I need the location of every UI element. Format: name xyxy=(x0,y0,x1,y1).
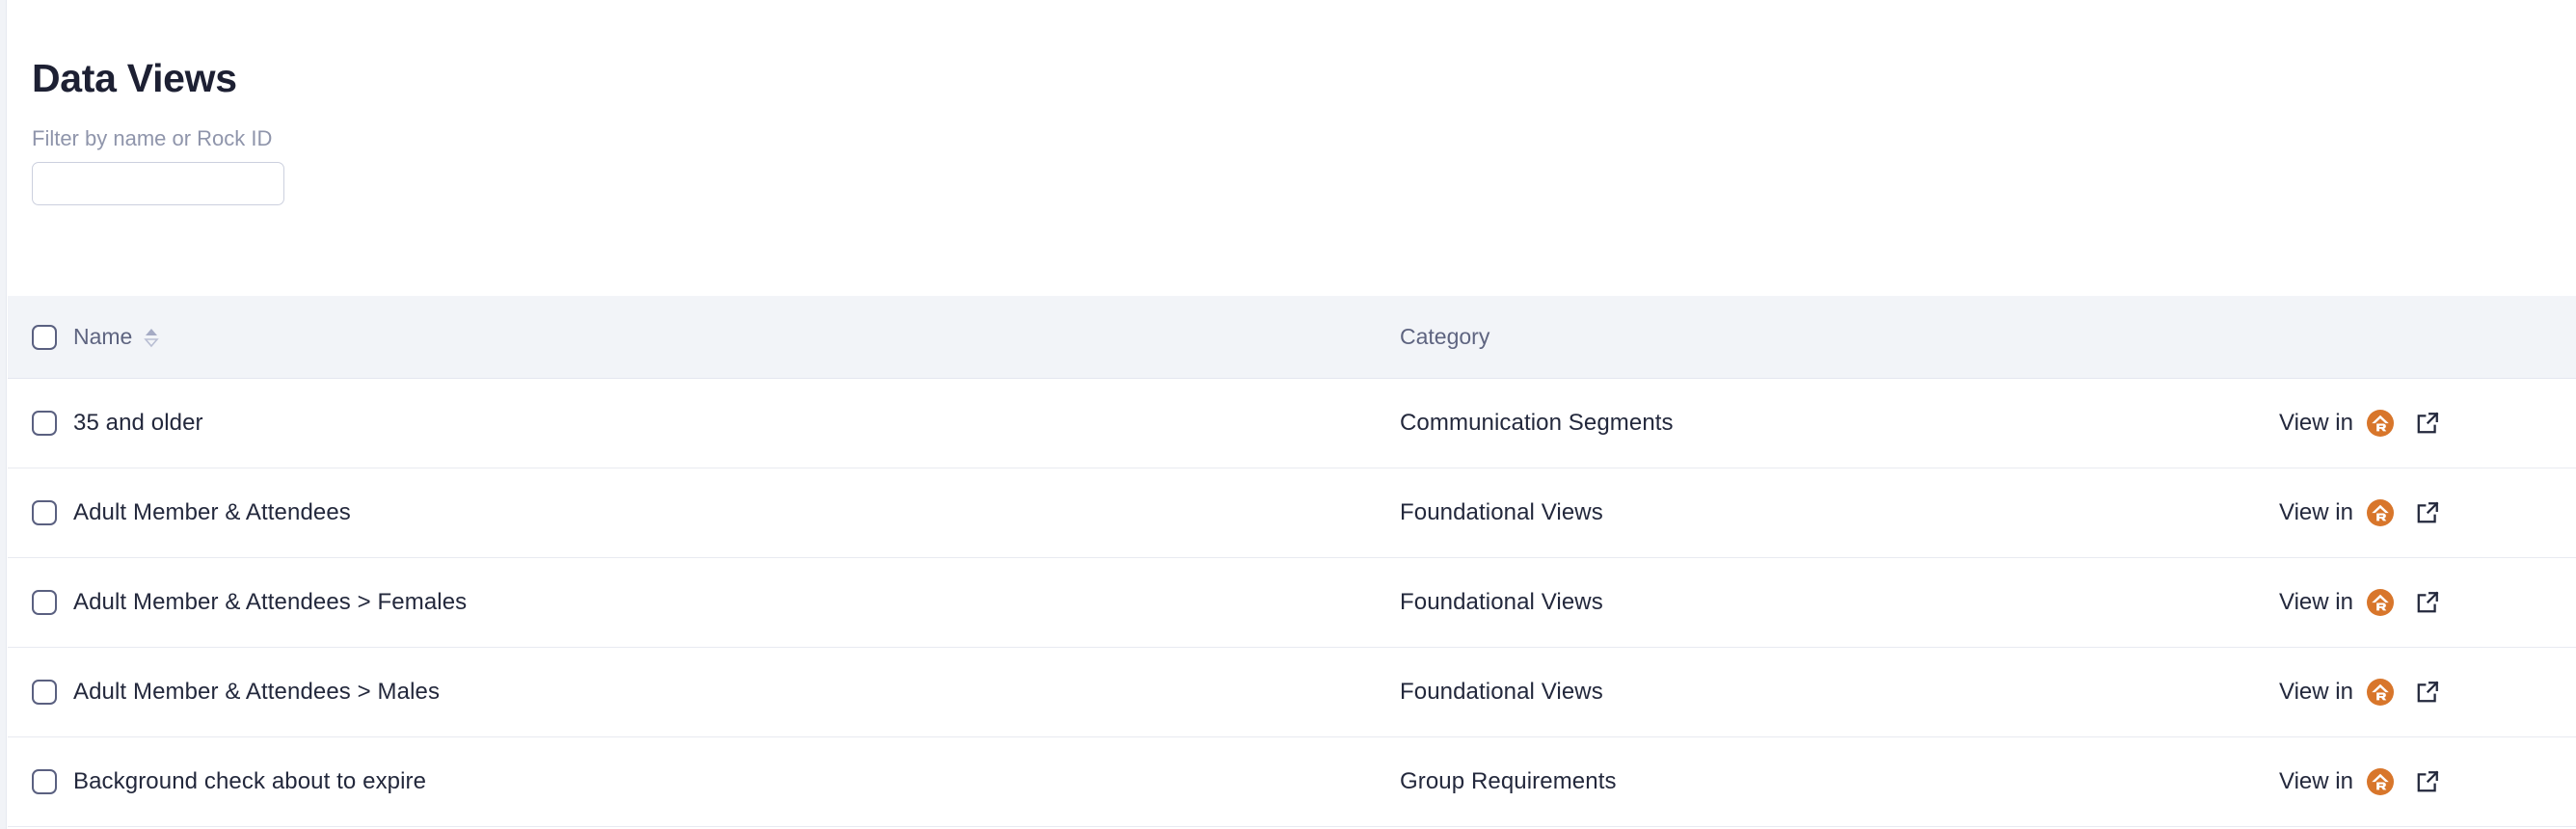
row-action-cell: View in xyxy=(2275,468,2576,558)
column-header-actions xyxy=(2275,296,2576,379)
search-input[interactable] xyxy=(32,162,284,205)
external-link-icon[interactable] xyxy=(2415,590,2440,615)
row-category-cell: Foundational Views xyxy=(1388,648,2275,737)
rock-rms-logo-icon xyxy=(2367,410,2394,437)
column-header-name-label: Name xyxy=(73,324,132,350)
view-in-rock-action[interactable]: View in xyxy=(2275,499,2576,526)
row-select-cell xyxy=(8,737,64,827)
table-row[interactable]: Adult Member & Attendees > FemalesFounda… xyxy=(8,558,2576,648)
rock-rms-logo-icon xyxy=(2367,679,2394,706)
data-views-table: Name Category 35 and olderCommunication … xyxy=(8,296,2576,827)
row-name-cell[interactable]: Adult Member & Attendees xyxy=(64,468,1388,558)
column-header-name[interactable]: Name xyxy=(64,296,1388,379)
view-in-label: View in xyxy=(2279,679,2353,706)
table-row[interactable]: Background check about to expireGroup Re… xyxy=(8,737,2576,827)
column-header-category-label: Category xyxy=(1400,324,1489,350)
table-header-row: Name Category xyxy=(8,296,2576,379)
row-checkbox[interactable] xyxy=(32,680,57,705)
external-link-icon[interactable] xyxy=(2415,500,2440,525)
external-link-icon[interactable] xyxy=(2415,411,2440,436)
row-category-cell: Foundational Views xyxy=(1388,468,2275,558)
row-checkbox[interactable] xyxy=(32,590,57,615)
view-in-label: View in xyxy=(2279,768,2353,795)
page-title: Data Views xyxy=(32,0,2576,101)
table-row[interactable]: 35 and olderCommunication SegmentsView i… xyxy=(8,379,2576,468)
view-in-label: View in xyxy=(2279,499,2353,526)
left-gutter xyxy=(0,0,7,829)
row-category-cell: Foundational Views xyxy=(1388,558,2275,648)
view-in-label: View in xyxy=(2279,410,2353,437)
row-name-cell[interactable]: Background check about to expire xyxy=(64,737,1388,827)
sort-ascending-descending-icon[interactable] xyxy=(144,327,159,348)
view-in-label: View in xyxy=(2279,589,2353,616)
external-link-icon[interactable] xyxy=(2415,680,2440,705)
row-category-cell: Group Requirements xyxy=(1388,737,2275,827)
external-link-icon[interactable] xyxy=(2415,769,2440,794)
row-action-cell: View in xyxy=(2275,379,2576,468)
row-action-cell: View in xyxy=(2275,737,2576,827)
row-action-cell: View in xyxy=(2275,648,2576,737)
view-in-rock-action[interactable]: View in xyxy=(2275,768,2576,795)
view-in-rock-action[interactable]: View in xyxy=(2275,679,2576,706)
rock-rms-logo-icon xyxy=(2367,589,2394,616)
row-name-cell[interactable]: Adult Member & Attendees > Females xyxy=(64,558,1388,648)
page-header: Data Views Filter by name or Rock ID xyxy=(8,0,2576,205)
row-checkbox[interactable] xyxy=(32,411,57,436)
column-header-category: Category xyxy=(1388,296,2275,379)
row-name-cell[interactable]: Adult Member & Attendees > Males xyxy=(64,648,1388,737)
row-checkbox[interactable] xyxy=(32,769,57,794)
table-row[interactable]: Adult Member & Attendees > MalesFoundati… xyxy=(8,648,2576,737)
column-header-select xyxy=(8,296,64,379)
row-checkbox[interactable] xyxy=(32,500,57,525)
rock-rms-logo-icon xyxy=(2367,499,2394,526)
data-views-page: Data Views Filter by name or Rock ID xyxy=(8,0,2576,829)
view-in-rock-action[interactable]: View in xyxy=(2275,589,2576,616)
row-select-cell xyxy=(8,468,64,558)
table-body: 35 and olderCommunication SegmentsView i… xyxy=(8,379,2576,827)
select-all-checkbox[interactable] xyxy=(32,325,57,350)
search-field xyxy=(32,162,284,205)
table-header: Name Category xyxy=(8,296,2576,379)
row-name-cell[interactable]: 35 and older xyxy=(64,379,1388,468)
row-select-cell xyxy=(8,379,64,468)
row-select-cell xyxy=(8,648,64,737)
view-in-rock-action[interactable]: View in xyxy=(2275,410,2576,437)
row-category-cell: Communication Segments xyxy=(1388,379,2275,468)
row-select-cell xyxy=(8,558,64,648)
filter-label: Filter by name or Rock ID xyxy=(32,126,2576,151)
row-action-cell: View in xyxy=(2275,558,2576,648)
table-row[interactable]: Adult Member & AttendeesFoundational Vie… xyxy=(8,468,2576,558)
rock-rms-logo-icon xyxy=(2367,768,2394,795)
